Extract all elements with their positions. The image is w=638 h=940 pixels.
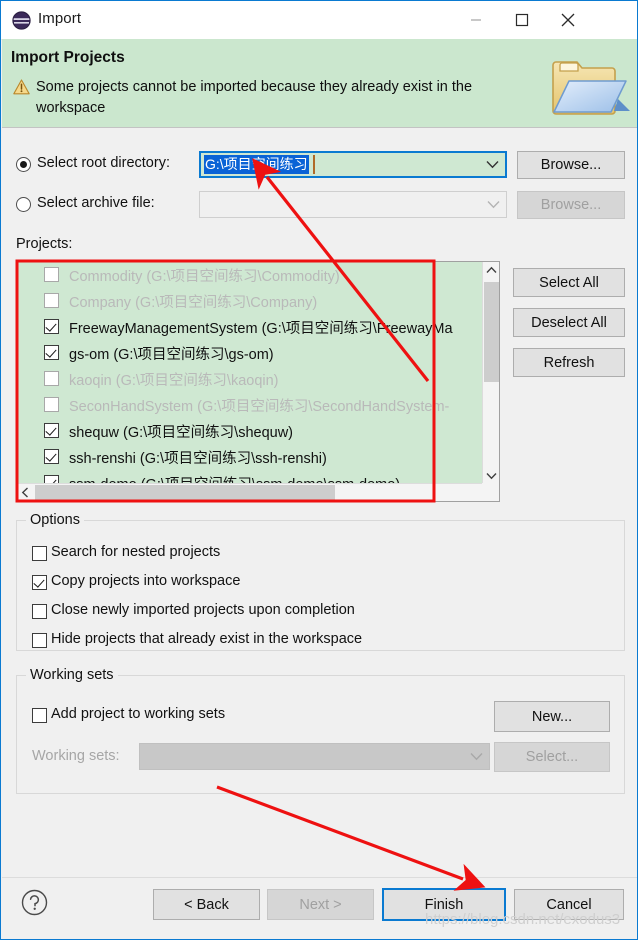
root-directory-combo[interactable]: G:\项目空间练习 bbox=[199, 151, 507, 178]
chevron-down-icon-disabled bbox=[487, 196, 500, 214]
row-checkbox[interactable] bbox=[44, 371, 59, 386]
table-row[interactable]: shequw (G:\项目空间练习\shequw) bbox=[17, 418, 483, 444]
refresh-button[interactable]: Refresh bbox=[513, 348, 625, 377]
row-label: FreewayManagementSystem (G:\项目空间练习\Freew… bbox=[69, 321, 453, 337]
checkbox-indicator bbox=[32, 708, 47, 723]
table-row[interactable]: Company (G:\项目空间练习\Company) bbox=[17, 288, 483, 314]
banner-message: Some projects cannot be imported because… bbox=[36, 79, 473, 116]
radio-archive-label: Select archive file: bbox=[37, 195, 155, 211]
scroll-left-icon[interactable] bbox=[17, 484, 34, 501]
import-dialog: Import Import Projects Some projects can… bbox=[0, 0, 638, 940]
select-working-set-button: Select... bbox=[494, 742, 610, 772]
checkbox-label: Search for nested projects bbox=[51, 544, 221, 560]
question-mark-icon[interactable] bbox=[21, 889, 48, 916]
select-all-button[interactable]: Select All bbox=[513, 268, 625, 297]
warning-triangle-icon bbox=[13, 79, 30, 95]
minimize-button[interactable] bbox=[453, 1, 499, 38]
table-row[interactable]: kaoqin (G:\项目空间练习\kaoqin) bbox=[17, 366, 483, 392]
next-button: Next > bbox=[267, 889, 374, 920]
eclipse-logo-icon bbox=[12, 11, 31, 30]
table-row[interactable]: ssh-renshi (G:\项目空间练习\ssh-renshi) bbox=[17, 444, 483, 470]
row-checkbox[interactable] bbox=[44, 423, 59, 438]
row-checkbox[interactable] bbox=[44, 267, 59, 282]
row-checkbox[interactable] bbox=[44, 293, 59, 308]
table-row[interactable]: FreewayManagementSystem (G:\项目空间练习\Freew… bbox=[17, 314, 483, 340]
checkbox-label: Copy projects into workspace bbox=[51, 573, 241, 589]
row-label: kaoqin (G:\项目空间练习\kaoqin) bbox=[69, 373, 279, 389]
footer-separator bbox=[2, 877, 637, 878]
deselect-all-button[interactable]: Deselect All bbox=[513, 308, 625, 337]
checkbox-indicator bbox=[32, 633, 47, 648]
checkbox-indicator bbox=[32, 604, 47, 619]
checkbox-add-project-to-working-sets[interactable]: Add project to working sets bbox=[32, 705, 332, 727]
projects-label: Projects: bbox=[16, 236, 73, 252]
row-checkbox[interactable] bbox=[44, 449, 59, 464]
scroll-down-icon[interactable] bbox=[483, 467, 499, 484]
browse-archive-button: Browse... bbox=[517, 191, 625, 219]
chevron-down-icon-disabled bbox=[470, 748, 483, 766]
table-row[interactable]: SeconHandSystem (G:\项目空间练习\SecondHandSys… bbox=[17, 392, 483, 418]
vertical-scroll-thumb[interactable] bbox=[484, 282, 499, 382]
table-row[interactable]: ssm-demo (G:\项目空间练习\ssm-demo\ssm-demo) bbox=[17, 470, 483, 484]
chevron-down-icon[interactable] bbox=[486, 156, 499, 174]
radio-select-archive-file[interactable]: Select archive file: bbox=[16, 193, 191, 217]
table-row[interactable]: gs-om (G:\项目空间练习\gs-om) bbox=[17, 340, 483, 366]
checkbox-hide-existing-projects[interactable]: Hide projects that already exist in the … bbox=[32, 630, 502, 652]
list-vertical-scrollbar[interactable] bbox=[482, 262, 499, 484]
scroll-up-icon[interactable] bbox=[483, 262, 499, 279]
dialog-body: Select root directory: G:\项目空间练习 Browse.… bbox=[2, 128, 637, 939]
maximize-button[interactable] bbox=[499, 1, 545, 38]
working-sets-combo bbox=[139, 743, 490, 770]
projects-list[interactable]: Commodity (G:\项目空间练习\Commodity) Company … bbox=[16, 261, 500, 502]
scrollbar-corner bbox=[482, 483, 499, 501]
import-folder-icon bbox=[540, 49, 632, 125]
checkbox-close-newly-imported-projects[interactable]: Close newly imported projects upon compl… bbox=[32, 601, 502, 623]
row-label: Commodity (G:\项目空间练习\Commodity) bbox=[69, 269, 340, 285]
checkbox-indicator bbox=[32, 575, 47, 590]
checkbox-search-nested-projects[interactable]: Search for nested projects bbox=[32, 543, 432, 565]
checkbox-label: Hide projects that already exist in the … bbox=[51, 631, 363, 647]
radio-archive-indicator bbox=[16, 197, 31, 212]
root-directory-value: G:\项目空间练习 bbox=[204, 155, 309, 174]
working-sets-combo-label: Working sets: bbox=[32, 748, 120, 764]
archive-file-combo bbox=[199, 191, 507, 218]
row-checkbox[interactable] bbox=[44, 397, 59, 412]
options-group: Options Search for nested projects Copy … bbox=[16, 512, 625, 652]
radio-root-indicator bbox=[16, 157, 31, 172]
projects-list-viewport: Commodity (G:\项目空间练习\Commodity) Company … bbox=[17, 262, 483, 484]
horizontal-scroll-thumb[interactable] bbox=[35, 485, 335, 500]
row-checkbox[interactable] bbox=[44, 345, 59, 360]
banner: Import Projects Some projects cannot be … bbox=[2, 39, 637, 128]
checkbox-copy-projects-into-workspace[interactable]: Copy projects into workspace bbox=[32, 572, 432, 594]
checkbox-indicator bbox=[32, 546, 47, 561]
title-bar: Import bbox=[1, 1, 637, 40]
working-sets-group: Working sets Add project to working sets… bbox=[16, 667, 625, 794]
list-horizontal-scrollbar[interactable] bbox=[17, 483, 499, 501]
radio-select-root-directory[interactable]: Select root directory: bbox=[16, 153, 191, 177]
close-button[interactable] bbox=[545, 1, 591, 38]
new-working-set-button[interactable]: New... bbox=[494, 701, 610, 732]
window-title: Import bbox=[38, 10, 82, 27]
radio-root-label: Select root directory: bbox=[37, 155, 170, 171]
row-label: shequw (G:\项目空间练习\shequw) bbox=[69, 425, 294, 441]
row-label: gs-om (G:\项目空间练习\gs-om) bbox=[69, 347, 274, 363]
row-label: Company (G:\项目空间练习\Company) bbox=[69, 295, 318, 311]
back-button[interactable]: < Back bbox=[153, 889, 260, 920]
browse-root-button[interactable]: Browse... bbox=[517, 151, 625, 179]
watermark-text: https://blog.csdn.net/exodus3 bbox=[425, 911, 621, 928]
row-label: ssh-renshi (G:\项目空间练习\ssh-renshi) bbox=[69, 451, 327, 467]
banner-title: Import Projects bbox=[11, 49, 125, 66]
working-sets-group-title: Working sets bbox=[26, 667, 118, 683]
row-checkbox[interactable] bbox=[44, 319, 59, 334]
text-caret bbox=[313, 155, 315, 174]
options-group-title: Options bbox=[26, 512, 84, 528]
checkbox-label: Close newly imported projects upon compl… bbox=[51, 602, 355, 618]
checkbox-label: Add project to working sets bbox=[51, 706, 226, 722]
row-label: SeconHandSystem (G:\项目空间练习\SecondHandSys… bbox=[69, 399, 450, 415]
table-row[interactable]: Commodity (G:\项目空间练习\Commodity) bbox=[17, 262, 483, 288]
